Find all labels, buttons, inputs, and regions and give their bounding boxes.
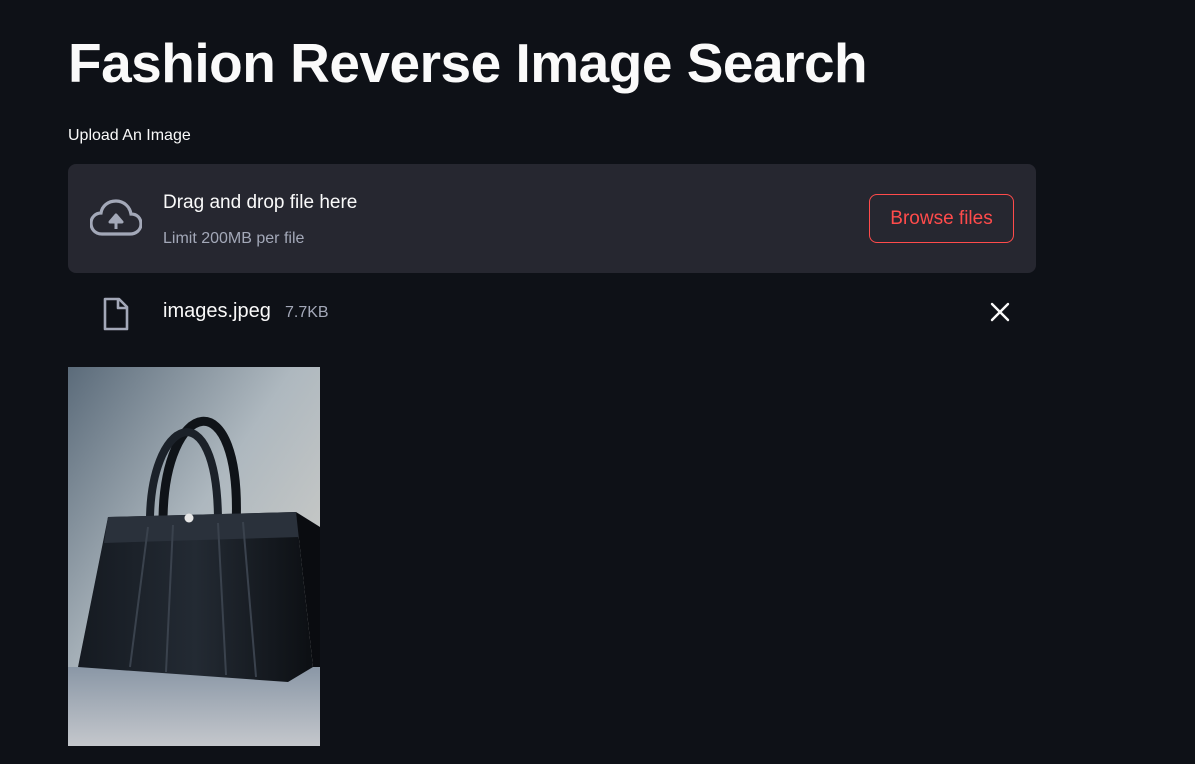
browse-files-button[interactable]: Browse files xyxy=(869,194,1014,243)
close-icon[interactable] xyxy=(988,300,1012,324)
file-dropzone[interactable]: Drag and drop file here Limit 200MB per … xyxy=(68,164,1036,273)
file-name: images.jpeg xyxy=(163,300,271,322)
handbag-image xyxy=(68,367,320,746)
uploaded-file-row: images.jpeg 7.7KB xyxy=(68,292,1036,336)
cloud-upload-icon xyxy=(90,199,142,236)
page-title: Fashion Reverse Image Search xyxy=(68,32,868,94)
dropzone-limit: Limit 200MB per file xyxy=(163,230,305,247)
file-icon xyxy=(103,297,129,331)
uploader-label: Upload An Image xyxy=(68,127,191,144)
uploaded-image-preview xyxy=(68,367,320,746)
dropzone-instruction: Drag and drop file here xyxy=(163,192,358,213)
file-size: 7.7KB xyxy=(285,304,329,321)
